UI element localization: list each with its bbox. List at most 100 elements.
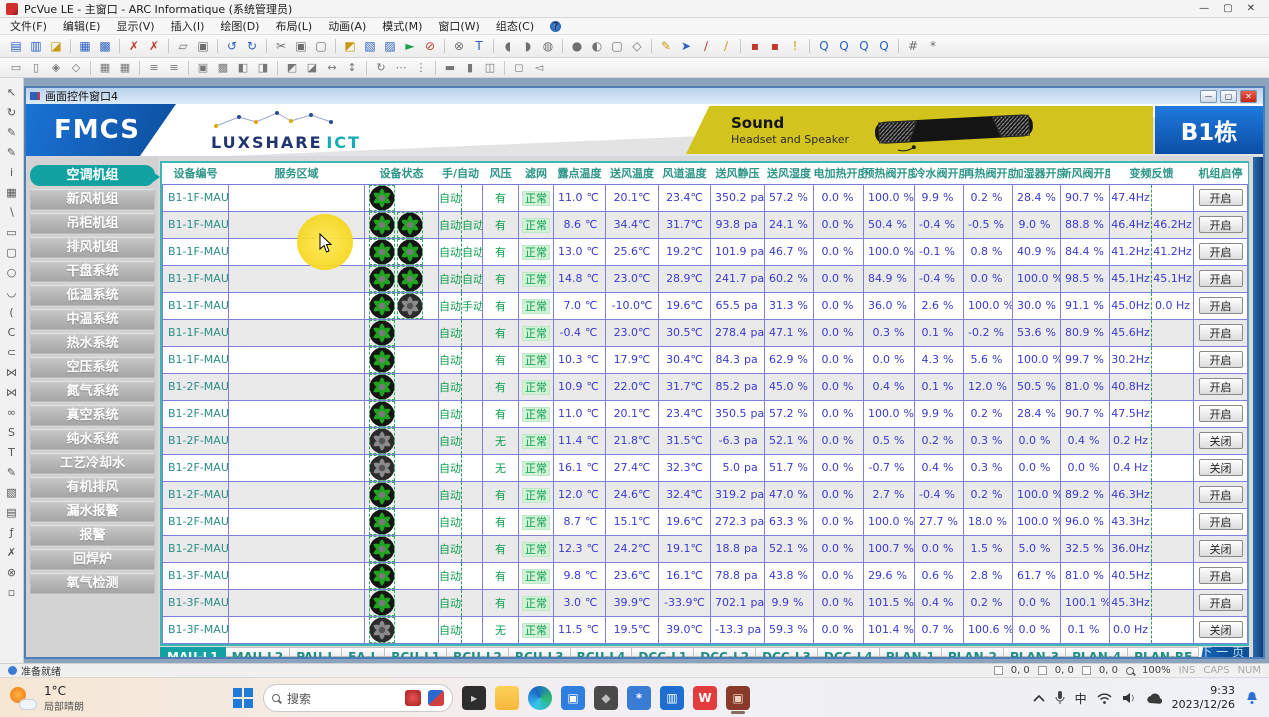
start-button[interactable]: [232, 687, 254, 709]
wifi-icon[interactable]: [1097, 693, 1112, 704]
copy-icon[interactable]: ▣: [292, 38, 310, 55]
menu-item-2[interactable]: 显示(V): [116, 18, 154, 34]
callout-icon[interactable]: ◖: [499, 38, 517, 55]
close-button[interactable]: ✕: [1247, 3, 1255, 14]
ime-indicator[interactable]: 中: [1075, 690, 1087, 707]
tab-mau-l2[interactable]: MAU-L2: [226, 647, 291, 658]
menu-item-3[interactable]: 插入(I): [171, 18, 205, 34]
pointer-icon[interactable]: ↖: [3, 82, 21, 102]
sidebar-item-11[interactable]: 纯水系统: [30, 429, 155, 450]
zoom-window-icon[interactable]: Q: [855, 38, 873, 55]
tab-mau-l1[interactable]: MAU-L1: [160, 647, 226, 658]
bring-forward-icon[interactable]: ◩: [283, 59, 301, 76]
forbid-icon[interactable]: ⊗: [450, 38, 468, 55]
send-backward-icon[interactable]: ◪: [303, 59, 321, 76]
sidebar-item-14[interactable]: 漏水报警: [30, 501, 155, 522]
dropper2-icon[interactable]: ✎: [3, 142, 21, 162]
rotate-tool-icon[interactable]: ↻: [3, 102, 21, 122]
next-page-button[interactable]: 下一页: [1199, 647, 1249, 658]
print-icon[interactable]: ▣: [194, 38, 212, 55]
wps-icon[interactable]: W: [693, 686, 717, 710]
same-width-icon[interactable]: ▬: [441, 59, 459, 76]
table-tool-icon[interactable]: ▦: [3, 182, 21, 202]
sidebar-item-3[interactable]: 排风机组: [30, 237, 155, 258]
grid-icon[interactable]: #: [904, 38, 922, 55]
sidebar-item-9[interactable]: 氮气系统: [30, 381, 155, 402]
zoom-in-icon[interactable]: Q: [815, 38, 833, 55]
mdi-minimize-button[interactable]: —: [1200, 90, 1217, 103]
menu-item-5[interactable]: 布局(L): [275, 18, 312, 34]
bulb-icon[interactable]: !: [786, 38, 804, 55]
unit-off-button[interactable]: 关闭: [1199, 432, 1243, 449]
flip-h-icon[interactable]: ↔: [323, 59, 341, 76]
unit-on-button[interactable]: 开启: [1199, 243, 1243, 260]
help-icon[interactable]: ?: [550, 21, 561, 32]
unit-off-button[interactable]: 关闭: [1199, 459, 1243, 476]
sidebar-item-10[interactable]: 真空系统: [30, 405, 155, 426]
tab-rcu-l3[interactable]: RCU-L3: [509, 647, 571, 658]
onedrive-icon[interactable]: [1146, 693, 1162, 704]
save-all-icon[interactable]: ▩: [96, 38, 114, 55]
tab-ea-l[interactable]: EA-L: [342, 647, 385, 658]
sidebar-item-2[interactable]: 吊柜机组: [30, 213, 155, 234]
sidebar-item-15[interactable]: 报警: [30, 525, 155, 546]
send-back-icon[interactable]: ◨: [254, 59, 272, 76]
misc-tool-icon[interactable]: ▫: [3, 582, 21, 602]
explorer-icon[interactable]: [495, 686, 519, 710]
settings-app-icon[interactable]: *: [627, 686, 651, 710]
tab-pau-l[interactable]: PAU-L: [290, 647, 342, 658]
maximize-button[interactable]: ▢: [1223, 3, 1232, 14]
library-icon[interactable]: ▪: [746, 38, 764, 55]
unit-on-button[interactable]: 开启: [1199, 297, 1243, 314]
grid-on-icon[interactable]: ▦: [96, 59, 114, 76]
tab-plan-4[interactable]: PLAN-4: [1066, 647, 1128, 658]
menu-item-0[interactable]: 文件(F): [10, 18, 47, 34]
open-icon[interactable]: ◪: [47, 38, 65, 55]
polygon2-icon[interactable]: ⋈: [3, 382, 21, 402]
unit-off-button[interactable]: 关闭: [1199, 621, 1243, 638]
brush-icon[interactable]: ∕: [697, 38, 715, 55]
unit-on-button[interactable]: 开启: [1199, 405, 1243, 422]
tab-dcc-l3[interactable]: DCC-L3: [756, 647, 818, 658]
stamp-icon[interactable]: ◍: [539, 38, 557, 55]
spline2-icon[interactable]: S: [3, 422, 21, 442]
tab-plan-rf[interactable]: PLAN-RF: [1128, 647, 1199, 658]
tab-dcc-l1[interactable]: DCC-L1: [632, 647, 694, 658]
unit-on-button[interactable]: 开启: [1199, 270, 1243, 287]
tab-dcc-l2[interactable]: DCC-L2: [694, 647, 756, 658]
delete-page-icon[interactable]: ✗: [145, 38, 163, 55]
sidebar-item-8[interactable]: 空压系统: [30, 357, 155, 378]
settings-icon[interactable]: *: [924, 38, 942, 55]
tab-plan-1[interactable]: PLAN-1: [880, 647, 942, 658]
arc2-icon[interactable]: (: [3, 302, 21, 322]
undo-icon[interactable]: ↺: [223, 38, 241, 55]
script-icon[interactable]: ƒ: [3, 522, 21, 542]
tab-rcu-l2[interactable]: RCU-L2: [447, 647, 509, 658]
notification-bell-icon[interactable]: [1245, 691, 1259, 705]
zoom-out-icon[interactable]: Q: [835, 38, 853, 55]
flip-v-icon[interactable]: ↕: [343, 59, 361, 76]
nudge-icon[interactable]: ◅: [530, 59, 548, 76]
cube-app-icon[interactable]: ◆: [594, 686, 618, 710]
brush2-icon[interactable]: ∕: [717, 38, 735, 55]
cut-icon[interactable]: ✂: [272, 38, 290, 55]
sidebar-item-1[interactable]: 新风机组: [30, 189, 155, 210]
taskbar-weather-widget[interactable]: 1°C 局部晴朗: [10, 684, 84, 713]
sidebar-item-6[interactable]: 中温系统: [30, 309, 155, 330]
run-icon[interactable]: ►: [401, 38, 419, 55]
mdi-close-button[interactable]: ✕: [1240, 90, 1257, 103]
menu-item-4[interactable]: 绘图(D): [220, 18, 259, 34]
sidebar-item-13[interactable]: 有机排风: [30, 477, 155, 498]
arc-icon[interactable]: ◡: [3, 282, 21, 302]
paste-icon[interactable]: ▢: [312, 38, 330, 55]
tab-rcu-l1[interactable]: RCU-L1: [385, 647, 447, 658]
volume-icon[interactable]: [1122, 692, 1136, 704]
unit-on-button[interactable]: 开启: [1199, 189, 1243, 206]
library2-icon[interactable]: ▪: [766, 38, 784, 55]
page-setup-icon[interactable]: ▱: [174, 38, 192, 55]
roundrect-icon[interactable]: ▢: [3, 242, 21, 262]
ungroup-icon[interactable]: ▩: [214, 59, 232, 76]
unit-on-button[interactable]: 开启: [1199, 324, 1243, 341]
sidebar-item-17[interactable]: 氧气检测: [30, 573, 155, 594]
unit-on-button[interactable]: 开启: [1199, 594, 1243, 611]
